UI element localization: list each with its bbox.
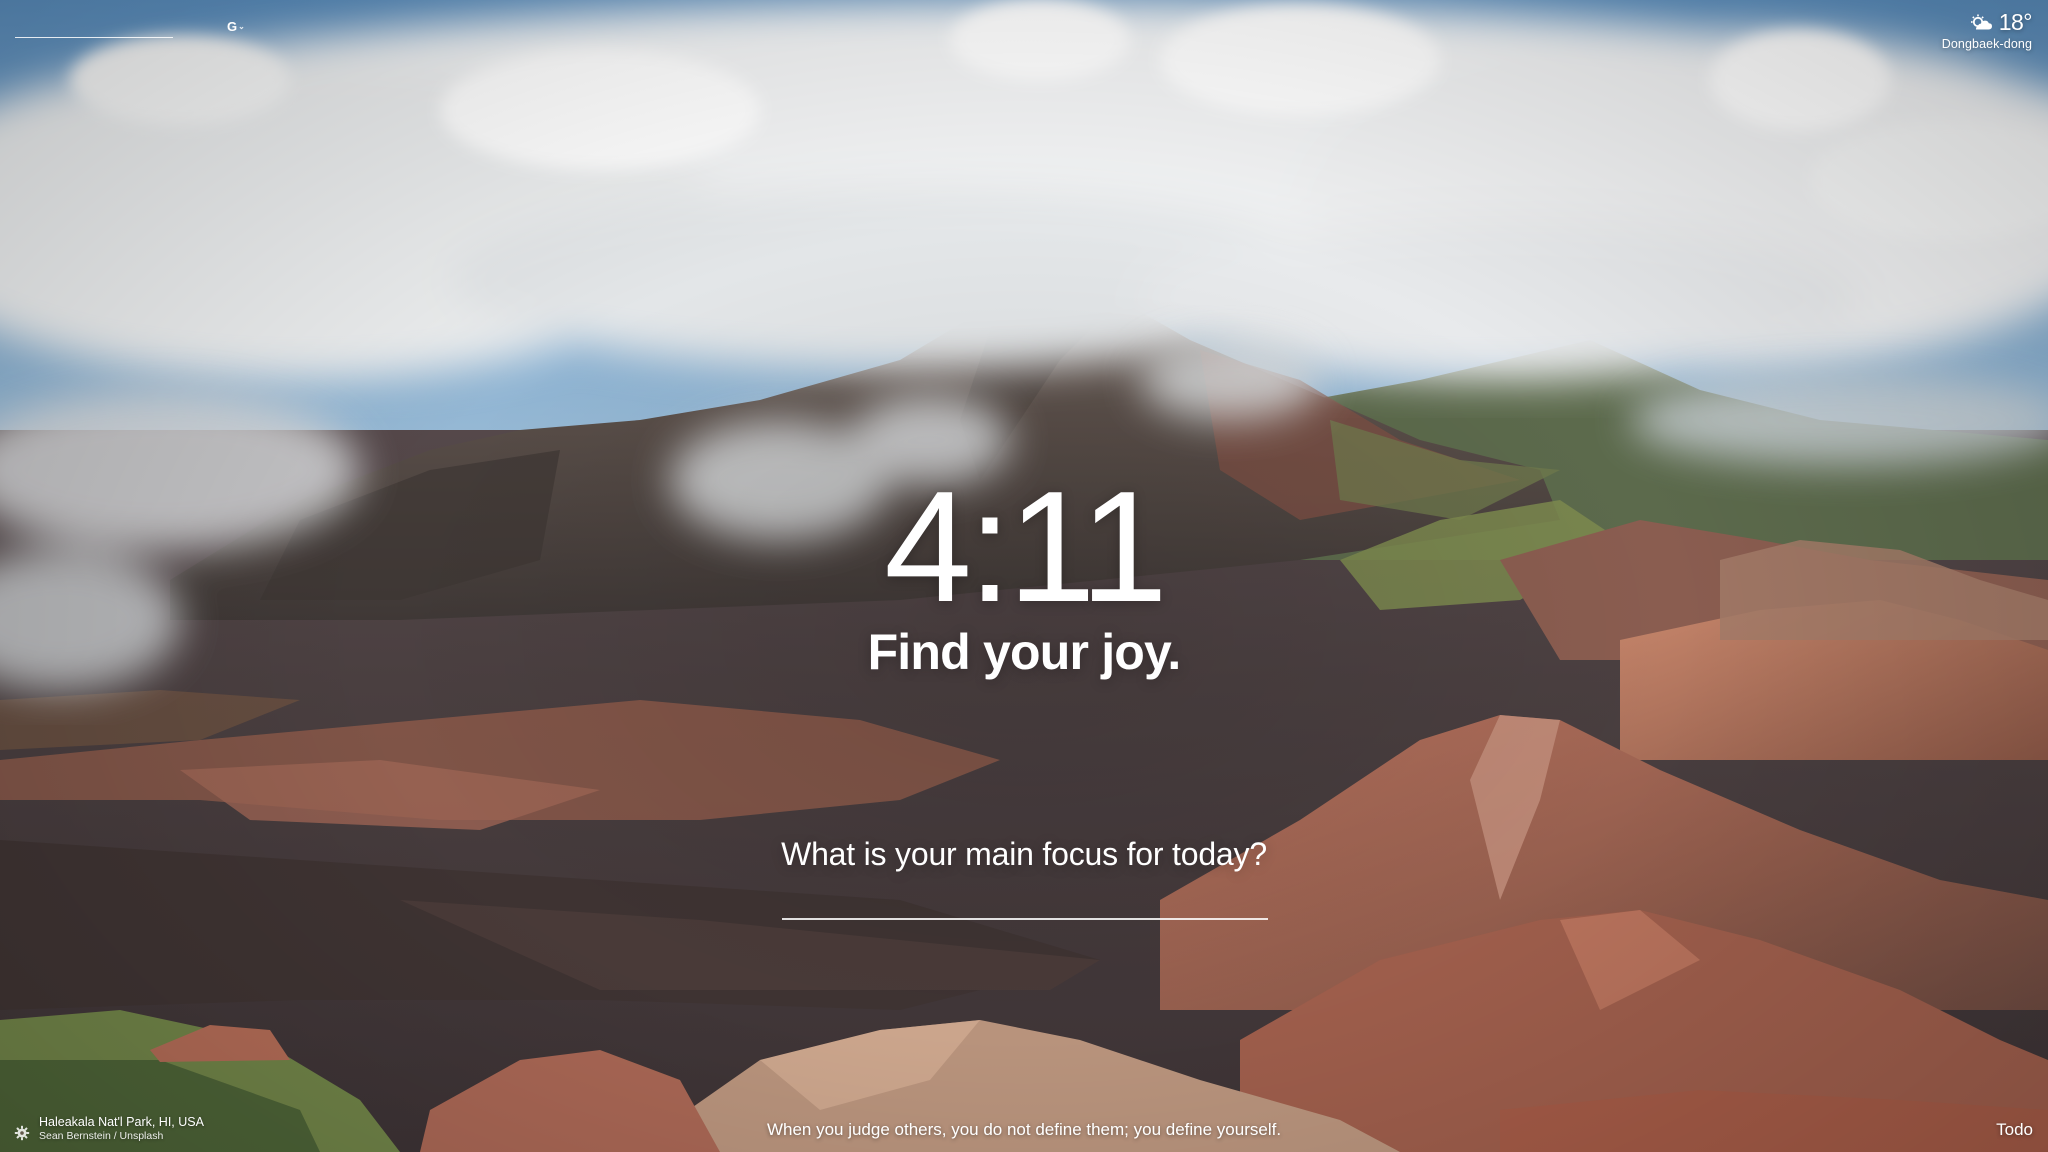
- google-logo-icon: G: [227, 18, 238, 34]
- search-bar[interactable]: G ⌄: [15, 13, 245, 38]
- greeting: Find your joy.: [867, 624, 1182, 680]
- clock[interactable]: 4:11: [0, 462, 2048, 632]
- focus-question: What is your main focus for today?: [781, 836, 1267, 872]
- daily-quote[interactable]: When you judge others, you do not define…: [0, 1120, 2048, 1140]
- weather-location: Dongbaek-dong: [1941, 37, 2032, 51]
- chevron-down-icon: ⌄: [238, 21, 245, 31]
- weather-temperature: 18°: [1998, 9, 2033, 35]
- partly-cloudy-icon: [1970, 14, 1992, 29]
- search-engine-selector[interactable]: G ⌄: [227, 19, 245, 34]
- search-input[interactable]: [16, 14, 227, 36]
- focus-input[interactable]: [782, 870, 1268, 920]
- momentum-new-tab: G ⌄ 18° Dongbaek-dong 4:11 Find your joy…: [0, 0, 2048, 1152]
- todo-button[interactable]: Todo: [1996, 1120, 2033, 1140]
- weather-widget[interactable]: 18° Dongbaek-dong: [1941, 9, 2033, 51]
